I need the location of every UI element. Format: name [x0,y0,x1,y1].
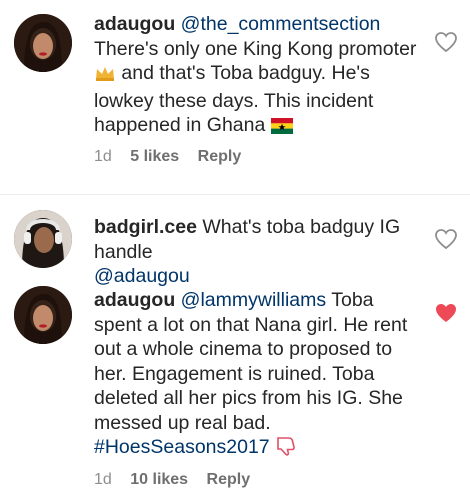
mention-link[interactable]: @adaugou [94,265,190,287]
liked-heart-icon[interactable] [434,302,458,324]
username[interactable]: adaugou [94,289,175,311]
like-heart-icon[interactable] [434,31,458,53]
comment-text: adaugou @the_commentsection There's only… [94,12,424,141]
reply-button[interactable]: Reply [198,148,242,165]
comment-meta: 1d 10 likes Reply [94,471,264,489]
comments-feed: adaugou @the_commentsection There's only… [0,0,470,501]
avatar-image [14,286,72,344]
comment-text: badgirl.cee What's toba badguy IG handle… [94,215,424,289]
comment-text: adaugou @lammywilliams Toba spent a lot … [94,288,424,463]
avatar-image [14,14,72,72]
avatar[interactable] [14,210,72,268]
likes-count[interactable]: 5 likes [130,148,179,165]
avatar[interactable] [14,14,72,72]
comment-body: There's only one King Kong promoter [94,37,417,60]
thumbs-down-icon [275,436,297,463]
avatar[interactable] [14,286,72,344]
timestamp: 1d [94,148,112,165]
ghana-flag-icon [270,116,293,141]
mention-link[interactable]: @lammywilliams [181,289,326,311]
like-heart-icon[interactable] [434,228,458,250]
comment-body-continued: and that's Toba badguy. He's lowkey thes… [94,62,374,136]
username[interactable]: badgirl.cee [94,216,197,238]
timestamp: 1d [94,471,112,488]
comment-meta: 1d 5 likes Reply [94,148,255,166]
hashtag-link[interactable]: #HoesSeasons2017 [94,436,270,458]
likes-count[interactable]: 10 likes [130,471,188,488]
reply-button[interactable]: Reply [207,471,251,488]
crown-emoji-icon [94,64,116,89]
avatar-image [14,210,72,268]
divider [0,194,470,195]
username[interactable]: adaugou [94,13,175,35]
mention-link[interactable]: @the_commentsection [181,13,381,35]
